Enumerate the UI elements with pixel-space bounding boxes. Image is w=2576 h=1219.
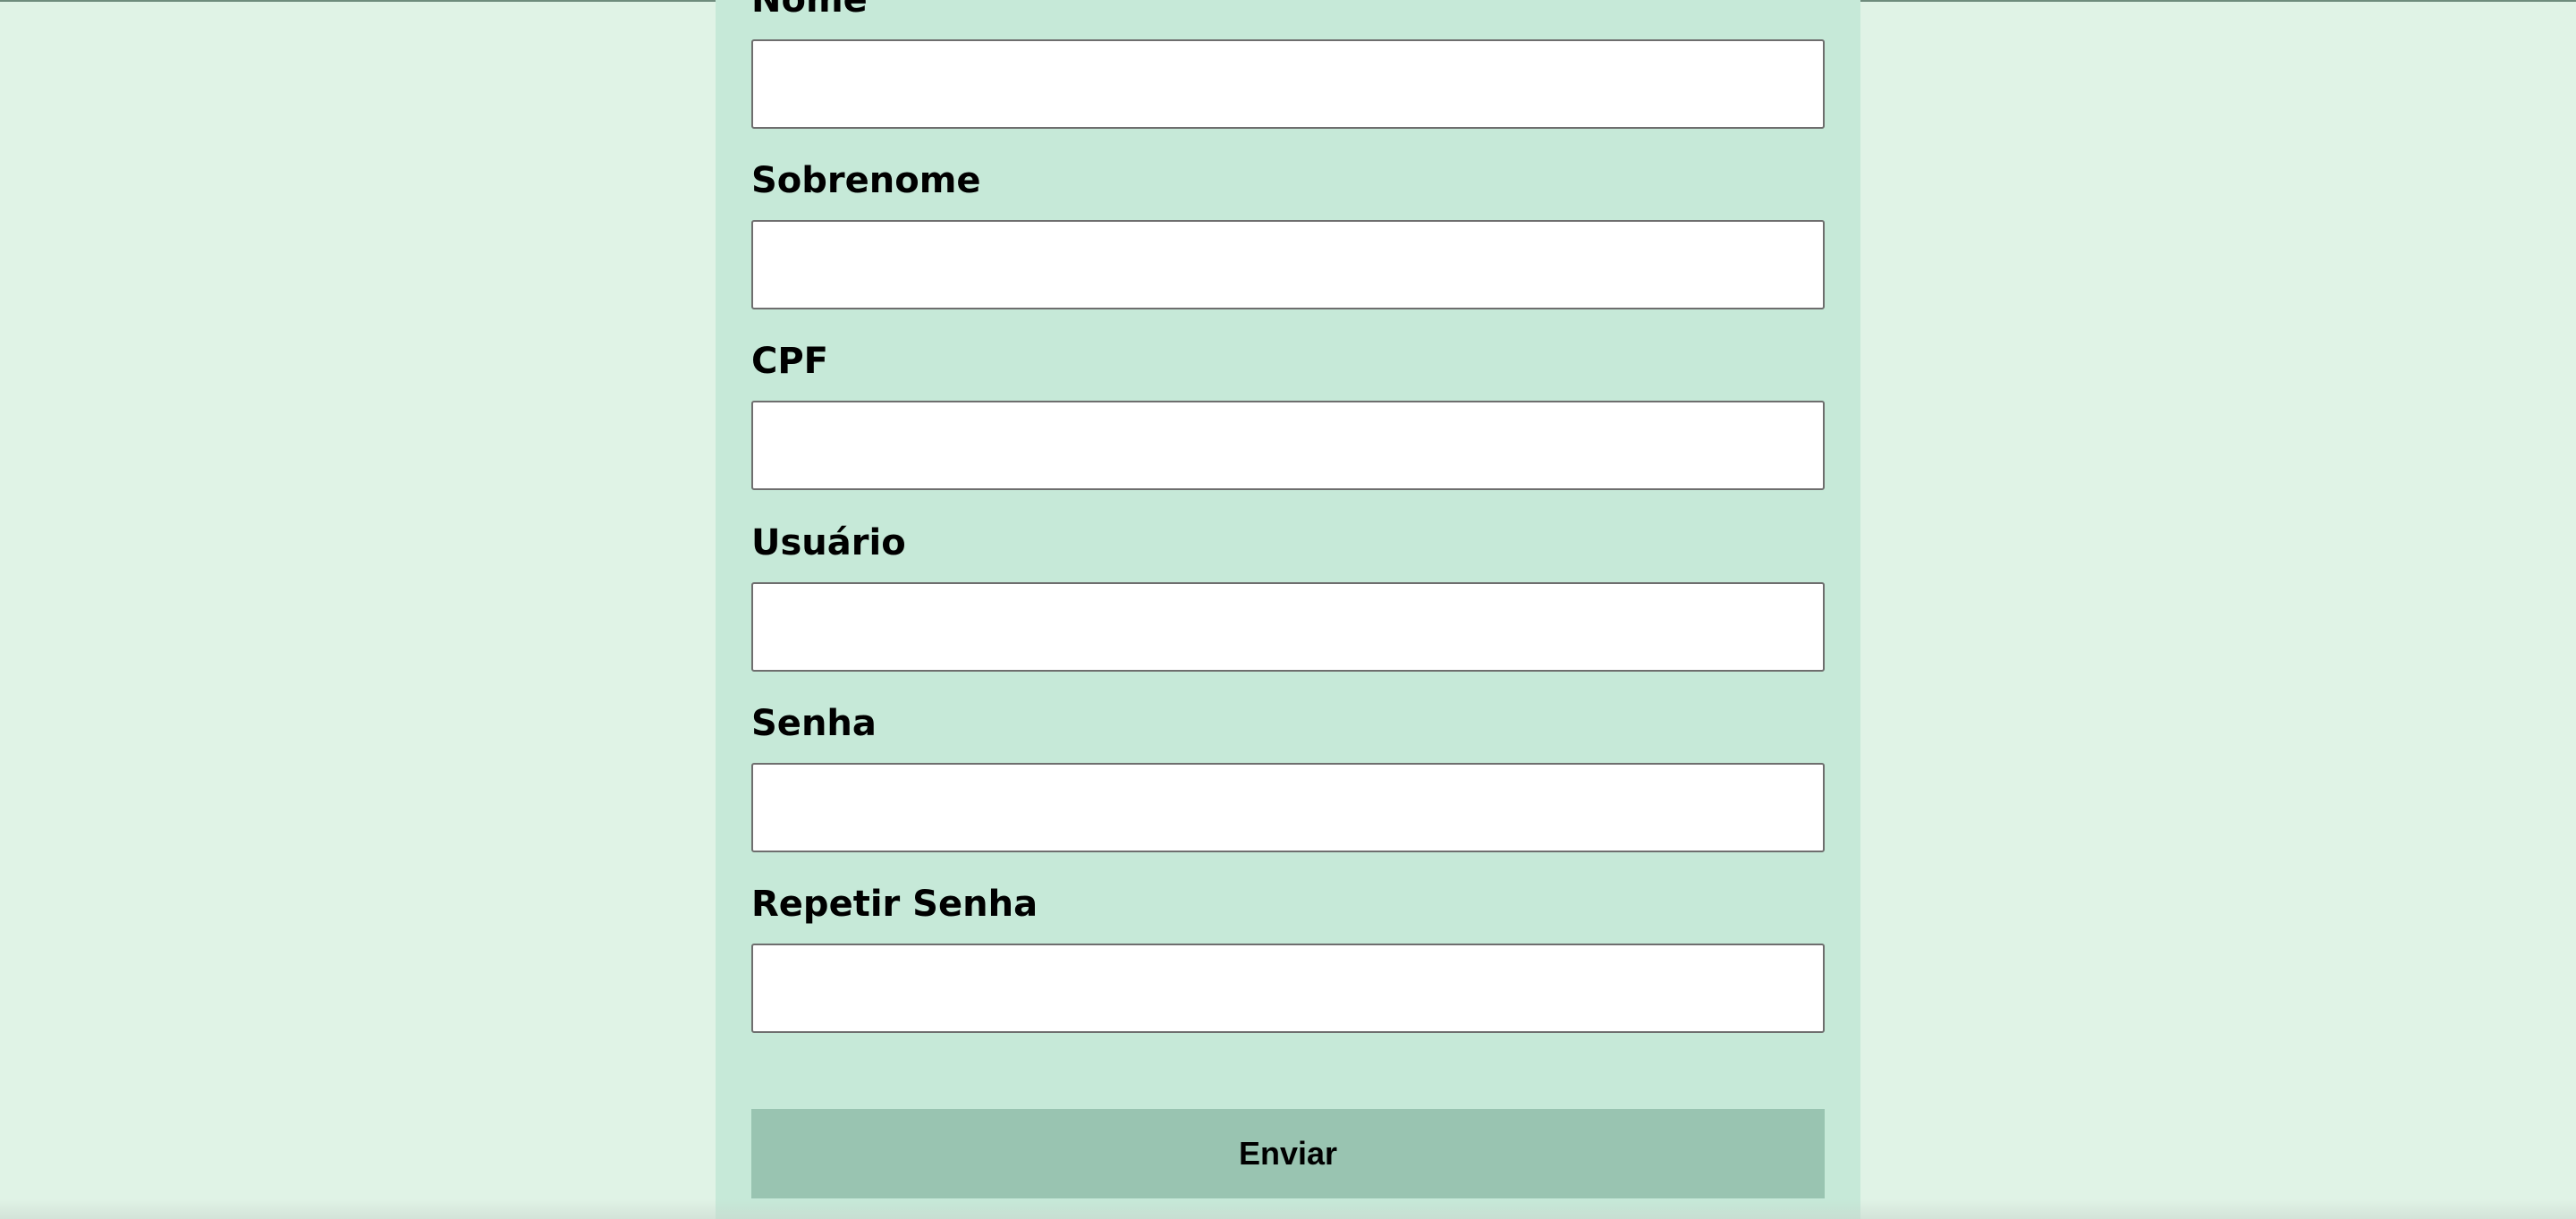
submit-button[interactable]: Enviar xyxy=(751,1109,1825,1198)
nome-input[interactable] xyxy=(751,39,1825,129)
field-label-repetir-senha: Repetir Senha xyxy=(751,884,1038,925)
field-label-sobrenome: Sobrenome xyxy=(751,160,981,201)
registration-form: Nome Sobrenome CPF Usuário Senha Repetir… xyxy=(716,0,1860,1219)
repetir-senha-input[interactable] xyxy=(751,944,1825,1033)
field-label-usuario: Usuário xyxy=(751,522,906,563)
field-label-nome: Nome xyxy=(751,0,868,21)
cpf-input[interactable] xyxy=(751,401,1825,490)
field-label-senha: Senha xyxy=(751,703,877,744)
senha-input[interactable] xyxy=(751,763,1825,852)
field-label-cpf: CPF xyxy=(751,341,828,382)
sobrenome-input[interactable] xyxy=(751,220,1825,309)
usuario-input[interactable] xyxy=(751,582,1825,672)
bottom-shadow xyxy=(0,1199,2576,1219)
